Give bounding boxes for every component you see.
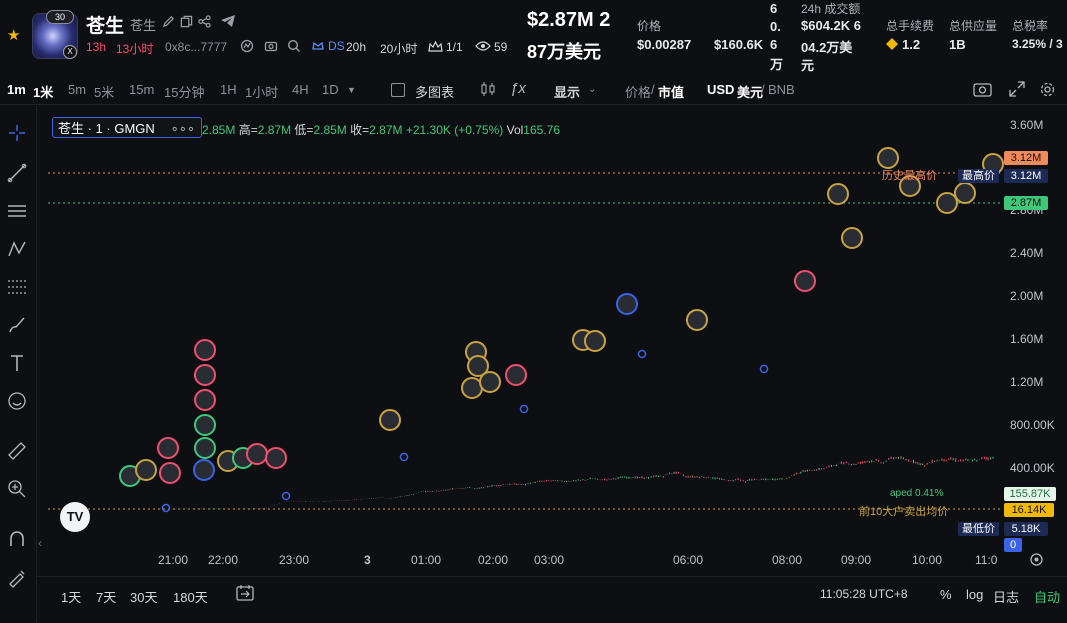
- event-dot-marker[interactable]: [281, 491, 291, 501]
- ath-value: 3.12M: [1004, 169, 1048, 183]
- trader-avatar-marker[interactable]: [157, 437, 179, 459]
- price-chart[interactable]: [0, 0, 1067, 622]
- date-range-icon[interactable]: [235, 584, 255, 605]
- event-dot-marker[interactable]: [399, 452, 409, 462]
- x-tick: 06:00: [673, 553, 704, 567]
- event-dot-marker[interactable]: [759, 364, 769, 374]
- x-tick: 10:00: [912, 553, 943, 567]
- more-icon[interactable]: ∘∘∘: [171, 118, 195, 139]
- trader-avatar-marker[interactable]: [194, 414, 216, 436]
- trader-avatar-marker[interactable]: [379, 409, 401, 431]
- event-dot-marker[interactable]: [161, 503, 171, 513]
- aped-value: 155.87K: [1004, 487, 1056, 501]
- auto-scale[interactable]: 自动: [1034, 587, 1060, 606]
- trader-avatar-marker[interactable]: [194, 364, 216, 386]
- trade-markers: [119, 147, 1004, 513]
- x-tick: 03:00: [534, 553, 565, 567]
- zero-label: 0: [1004, 538, 1022, 552]
- close-value: 2.87M: [369, 123, 403, 137]
- trader-avatar-marker[interactable]: [265, 447, 287, 469]
- trader-avatar-marker[interactable]: [246, 443, 268, 465]
- y-tick: 3.60M: [1010, 118, 1044, 132]
- event-dot-marker[interactable]: [637, 349, 647, 359]
- event-dot-marker[interactable]: [519, 404, 529, 414]
- vol-value: 165.76: [523, 123, 560, 137]
- close-label: 收=: [350, 123, 370, 137]
- range-1d[interactable]: 1天: [61, 587, 81, 606]
- x-tick: 23:00: [279, 553, 310, 567]
- x-tick: 3: [364, 553, 371, 567]
- range-180d[interactable]: 180天: [173, 587, 208, 606]
- x-tick: 11:0: [975, 553, 998, 567]
- trader-avatar-marker[interactable]: [194, 389, 216, 411]
- x-tick: 02:00: [478, 553, 509, 567]
- trader-avatar-marker[interactable]: [505, 364, 527, 386]
- settings-circle-icon[interactable]: [1029, 552, 1044, 570]
- clock[interactable]: 11:05:28 UTC+8: [820, 587, 908, 601]
- chart-legend[interactable]: 苍生 · 1 · GMGN ∘∘∘: [52, 117, 202, 138]
- trader-avatar-marker[interactable]: [616, 293, 638, 315]
- current-price-label: 2.87M: [1004, 196, 1048, 210]
- percent-scale[interactable]: %: [940, 587, 952, 602]
- y-tick: 1.60M: [1010, 332, 1044, 346]
- x-tick: 09:00: [841, 553, 872, 567]
- top10-text: 前10大户卖出均价: [859, 506, 949, 518]
- trader-avatar-marker[interactable]: [794, 270, 816, 292]
- ohlc-readout: 2.85M 高=2.87M 低=2.85M 收=2.87M +21.30K (+…: [202, 121, 560, 138]
- change-value: +21.30K (+0.75%): [405, 123, 504, 137]
- y-tick: 2.40M: [1010, 246, 1044, 260]
- trader-avatar-marker[interactable]: [194, 339, 216, 361]
- trader-avatar-marker[interactable]: [841, 227, 863, 249]
- low-value: 2.85M: [313, 123, 347, 137]
- trader-avatar-marker[interactable]: [193, 459, 215, 481]
- trader-avatar-marker[interactable]: [135, 459, 157, 481]
- ath-text: 最高价: [958, 169, 999, 183]
- x-tick: 22:00: [208, 553, 239, 567]
- range-7d[interactable]: 7天: [96, 587, 116, 606]
- y-tick: 2.00M: [1010, 289, 1044, 303]
- trader-avatar-marker[interactable]: [194, 437, 216, 459]
- y-tick: 1.20M: [1010, 375, 1044, 389]
- high-value: 2.87M: [257, 123, 292, 137]
- legend-symbol: 苍生 · 1 · GMGN: [58, 121, 155, 136]
- low-label: 低=: [294, 123, 314, 137]
- trader-avatar-marker[interactable]: [584, 330, 606, 352]
- trader-avatar-marker[interactable]: [479, 371, 501, 393]
- ath-top-label: 3.12M: [1004, 151, 1048, 165]
- trader-avatar-marker[interactable]: [954, 182, 976, 204]
- x-tick: 08:00: [772, 553, 803, 567]
- aped-text: aped 0.41%: [890, 488, 944, 499]
- vol-label: Vol: [506, 123, 524, 137]
- low-text: 最低价: [958, 522, 999, 536]
- trader-avatar-marker[interactable]: [827, 183, 849, 205]
- trader-avatar-marker[interactable]: [877, 147, 899, 169]
- trader-avatar-marker[interactable]: [159, 462, 181, 484]
- high-label: 高=: [238, 123, 258, 137]
- journal[interactable]: 日志: [993, 587, 1019, 606]
- x-tick: 21:00: [158, 553, 189, 567]
- ath-line-text: 历史最高价: [882, 170, 937, 182]
- low-value: 5.18K: [1004, 522, 1048, 536]
- tradingview-logo-icon[interactable]: TV: [60, 502, 90, 532]
- trader-avatar-marker[interactable]: [461, 377, 483, 399]
- trader-avatar-marker[interactable]: [936, 192, 958, 214]
- trader-avatar-marker[interactable]: [686, 309, 708, 331]
- x-tick: 01:00: [411, 553, 442, 567]
- top10-value: 16.14K: [1004, 503, 1054, 517]
- range-30d[interactable]: 30天: [130, 587, 157, 606]
- y-tick: 800.00K: [1010, 418, 1055, 432]
- y-tick: 400.00K: [1010, 461, 1055, 475]
- open-value: 2.85M: [202, 123, 236, 137]
- log-scale[interactable]: log: [966, 587, 983, 602]
